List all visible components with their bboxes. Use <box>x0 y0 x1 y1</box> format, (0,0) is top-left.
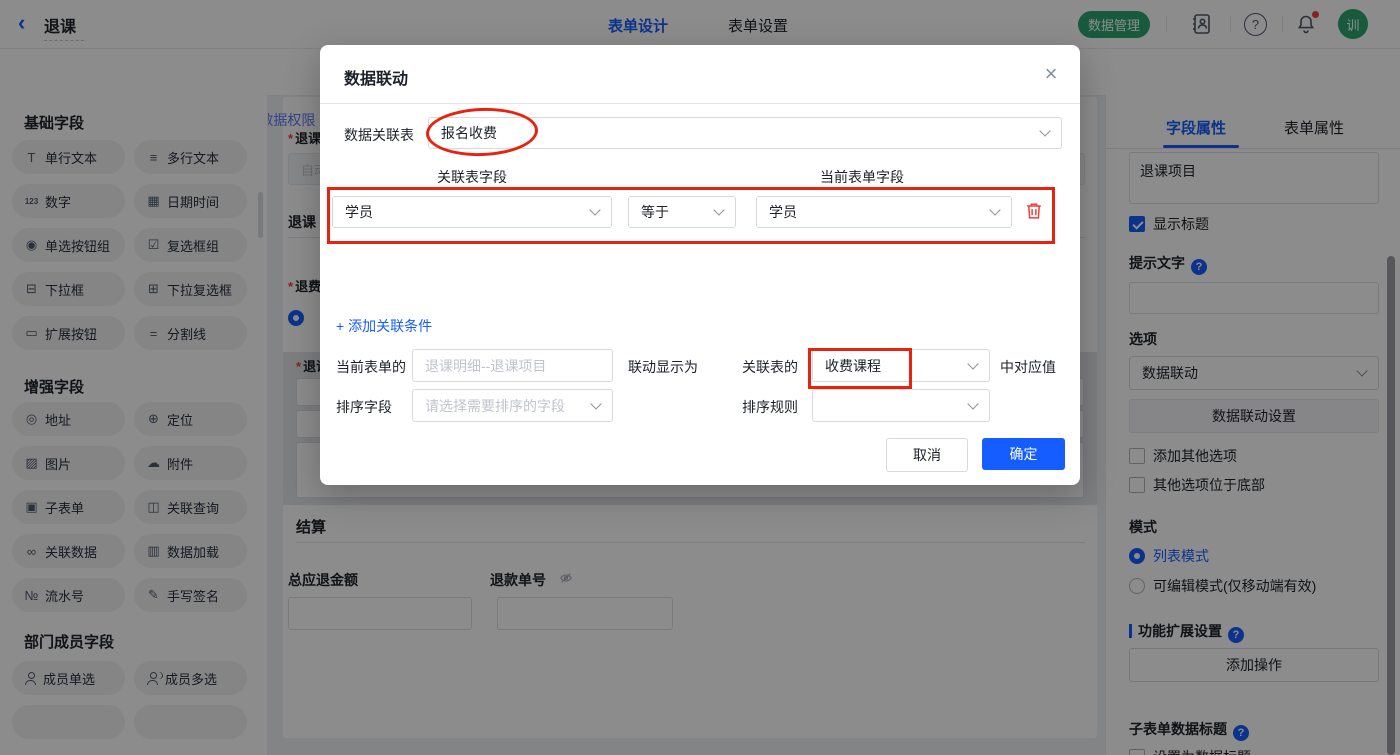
condition-current-field-select[interactable]: 学员 <box>756 196 1012 228</box>
sort-field-label: 排序字段 <box>336 399 392 415</box>
linked-table-of-label: 关联表的 <box>742 359 798 375</box>
chevron-down-icon <box>590 397 602 410</box>
cancel-button[interactable]: 取消 <box>886 438 968 472</box>
sort-field-placeholder: 请选择需要排序的字段 <box>425 397 565 414</box>
current-form-field-value: 退课明细--退课项目 <box>425 357 547 374</box>
corresponding-value-label: 中对应值 <box>1000 359 1056 375</box>
chevron-down-icon <box>1039 125 1051 137</box>
chevron-down-icon <box>589 204 601 216</box>
chevron-down-icon <box>967 397 979 410</box>
chevron-down-icon <box>713 204 725 216</box>
condition-linked-field-select[interactable]: 学员 <box>332 196 612 228</box>
display-as-label: 联动显示为 <box>628 359 698 375</box>
confirm-button[interactable]: 确定 <box>982 438 1065 470</box>
add-condition-link[interactable]: + 添加关联条件 <box>336 316 432 336</box>
current-form-label: 当前表单的 <box>336 359 406 375</box>
column-header-current-field: 当前表单字段 <box>820 169 904 185</box>
linked-display-field-value: 收费课程 <box>825 357 881 374</box>
linked-display-field-select[interactable]: 收费课程 <box>812 349 990 382</box>
divider <box>320 103 1080 104</box>
current-form-field-input: 退课明细--退课项目 <box>412 349 613 382</box>
data-linkage-modal: 数据联动 × 数据关联表 报名收费 关联表字段 当前表单字段 学员 等于 学员 <box>320 45 1080 485</box>
sort-rule-label: 排序规则 <box>742 399 798 415</box>
sort-rule-select[interactable] <box>812 389 990 422</box>
form-designer-app: ‹ 退课 表单设计 表单设置 数据管理 ? 训 ↗ <box>0 0 1400 755</box>
condition-operator-value: 等于 <box>641 204 669 220</box>
sort-field-select[interactable]: 请选择需要排序的字段 <box>412 389 613 422</box>
chevron-down-icon <box>989 204 1001 216</box>
condition-operator-select[interactable]: 等于 <box>628 196 736 228</box>
column-header-linked-field: 关联表字段 <box>437 169 507 185</box>
chevron-down-icon <box>967 357 979 370</box>
linked-table-label: 数据关联表 <box>344 127 414 143</box>
condition-current-field-value: 学员 <box>769 204 797 220</box>
modal-title: 数据联动 <box>344 71 409 88</box>
condition-linked-field-value: 学员 <box>345 204 373 220</box>
delete-condition-trash-icon[interactable] <box>1024 201 1044 221</box>
linked-table-select[interactable]: 报名收费 <box>428 117 1062 149</box>
linked-table-value: 报名收费 <box>441 125 497 141</box>
close-icon[interactable]: × <box>1036 59 1066 89</box>
